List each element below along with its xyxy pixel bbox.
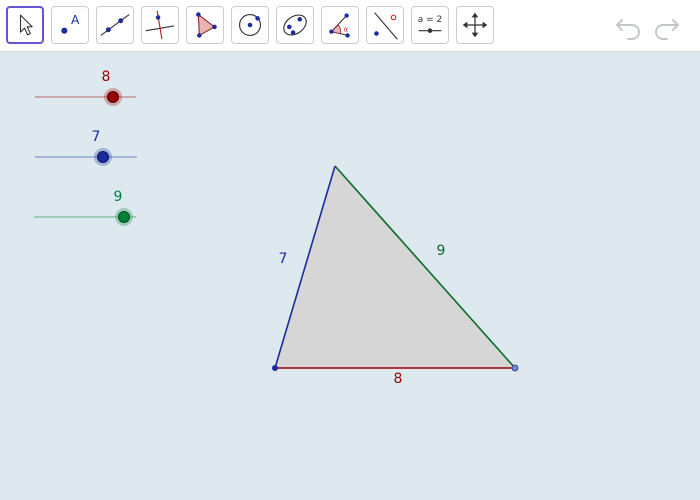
slider-b[interactable]: 9 — [34, 189, 136, 226]
vertex-point-right[interactable] — [511, 364, 519, 372]
slider-icon: a = 2 — [418, 15, 443, 33]
ellipse-tool-button[interactable] — [276, 6, 314, 44]
redo-icon — [655, 19, 679, 40]
side-label-left: 7 — [279, 251, 288, 267]
circle-center-point-icon — [239, 14, 261, 36]
circle-tool-button[interactable] — [231, 6, 269, 44]
perpendicular-line-icon — [145, 10, 175, 40]
side-label-right: 9 — [437, 243, 446, 259]
slider-b-handle[interactable] — [118, 211, 130, 223]
undo-icon — [616, 19, 640, 40]
move-view-tool-button[interactable] — [456, 6, 494, 44]
slider-c[interactable]: 8 — [35, 69, 136, 106]
graphics-svg: 8 7 9 8 7 9 — [34, 69, 519, 387]
undo-button[interactable] — [614, 12, 644, 42]
angle-tool-button[interactable]: α — [321, 6, 359, 44]
line-through-two-points-icon — [100, 14, 130, 36]
reflect-tool-button[interactable] — [366, 6, 404, 44]
point-icon: A — [61, 13, 80, 34]
angle-icon: α — [329, 13, 350, 38]
slider-a-handle[interactable] — [97, 151, 109, 163]
arrow-pointer-icon — [19, 14, 33, 36]
geogebra-app: A α a = 2 8 7 9 8 7 9 — [0, 0, 700, 500]
vertex-point-left[interactable] — [272, 365, 278, 371]
perpendicular-line-tool-button[interactable] — [141, 6, 179, 44]
redo-button[interactable] — [651, 12, 681, 42]
slider-c-handle[interactable] — [107, 91, 119, 103]
move-tool-button[interactable] — [6, 6, 44, 44]
reflect-icon — [374, 12, 398, 40]
slider-a-value: 7 — [92, 129, 101, 145]
ellipse-icon — [283, 14, 307, 36]
point-tool-label: A — [71, 13, 80, 27]
move-view-icon — [462, 12, 488, 38]
slider-b-value: 9 — [114, 189, 123, 205]
slider-c-value: 8 — [102, 69, 111, 85]
toolbar: A α a = 2 — [0, 0, 700, 52]
graphics-view[interactable]: 8 7 9 8 7 9 — [0, 52, 700, 500]
line-tool-button[interactable] — [96, 6, 134, 44]
slider-tool-button[interactable]: a = 2 — [411, 6, 449, 44]
polygon-tool-button[interactable] — [186, 6, 224, 44]
triangle-fill[interactable] — [275, 166, 515, 368]
point-tool-button[interactable]: A — [51, 6, 89, 44]
angle-tool-label: α — [344, 26, 349, 34]
slider-tool-label: a = 2 — [418, 15, 443, 25]
side-label-base: 8 — [394, 371, 403, 387]
polygon-icon — [196, 12, 217, 38]
slider-a[interactable]: 7 — [35, 129, 137, 166]
